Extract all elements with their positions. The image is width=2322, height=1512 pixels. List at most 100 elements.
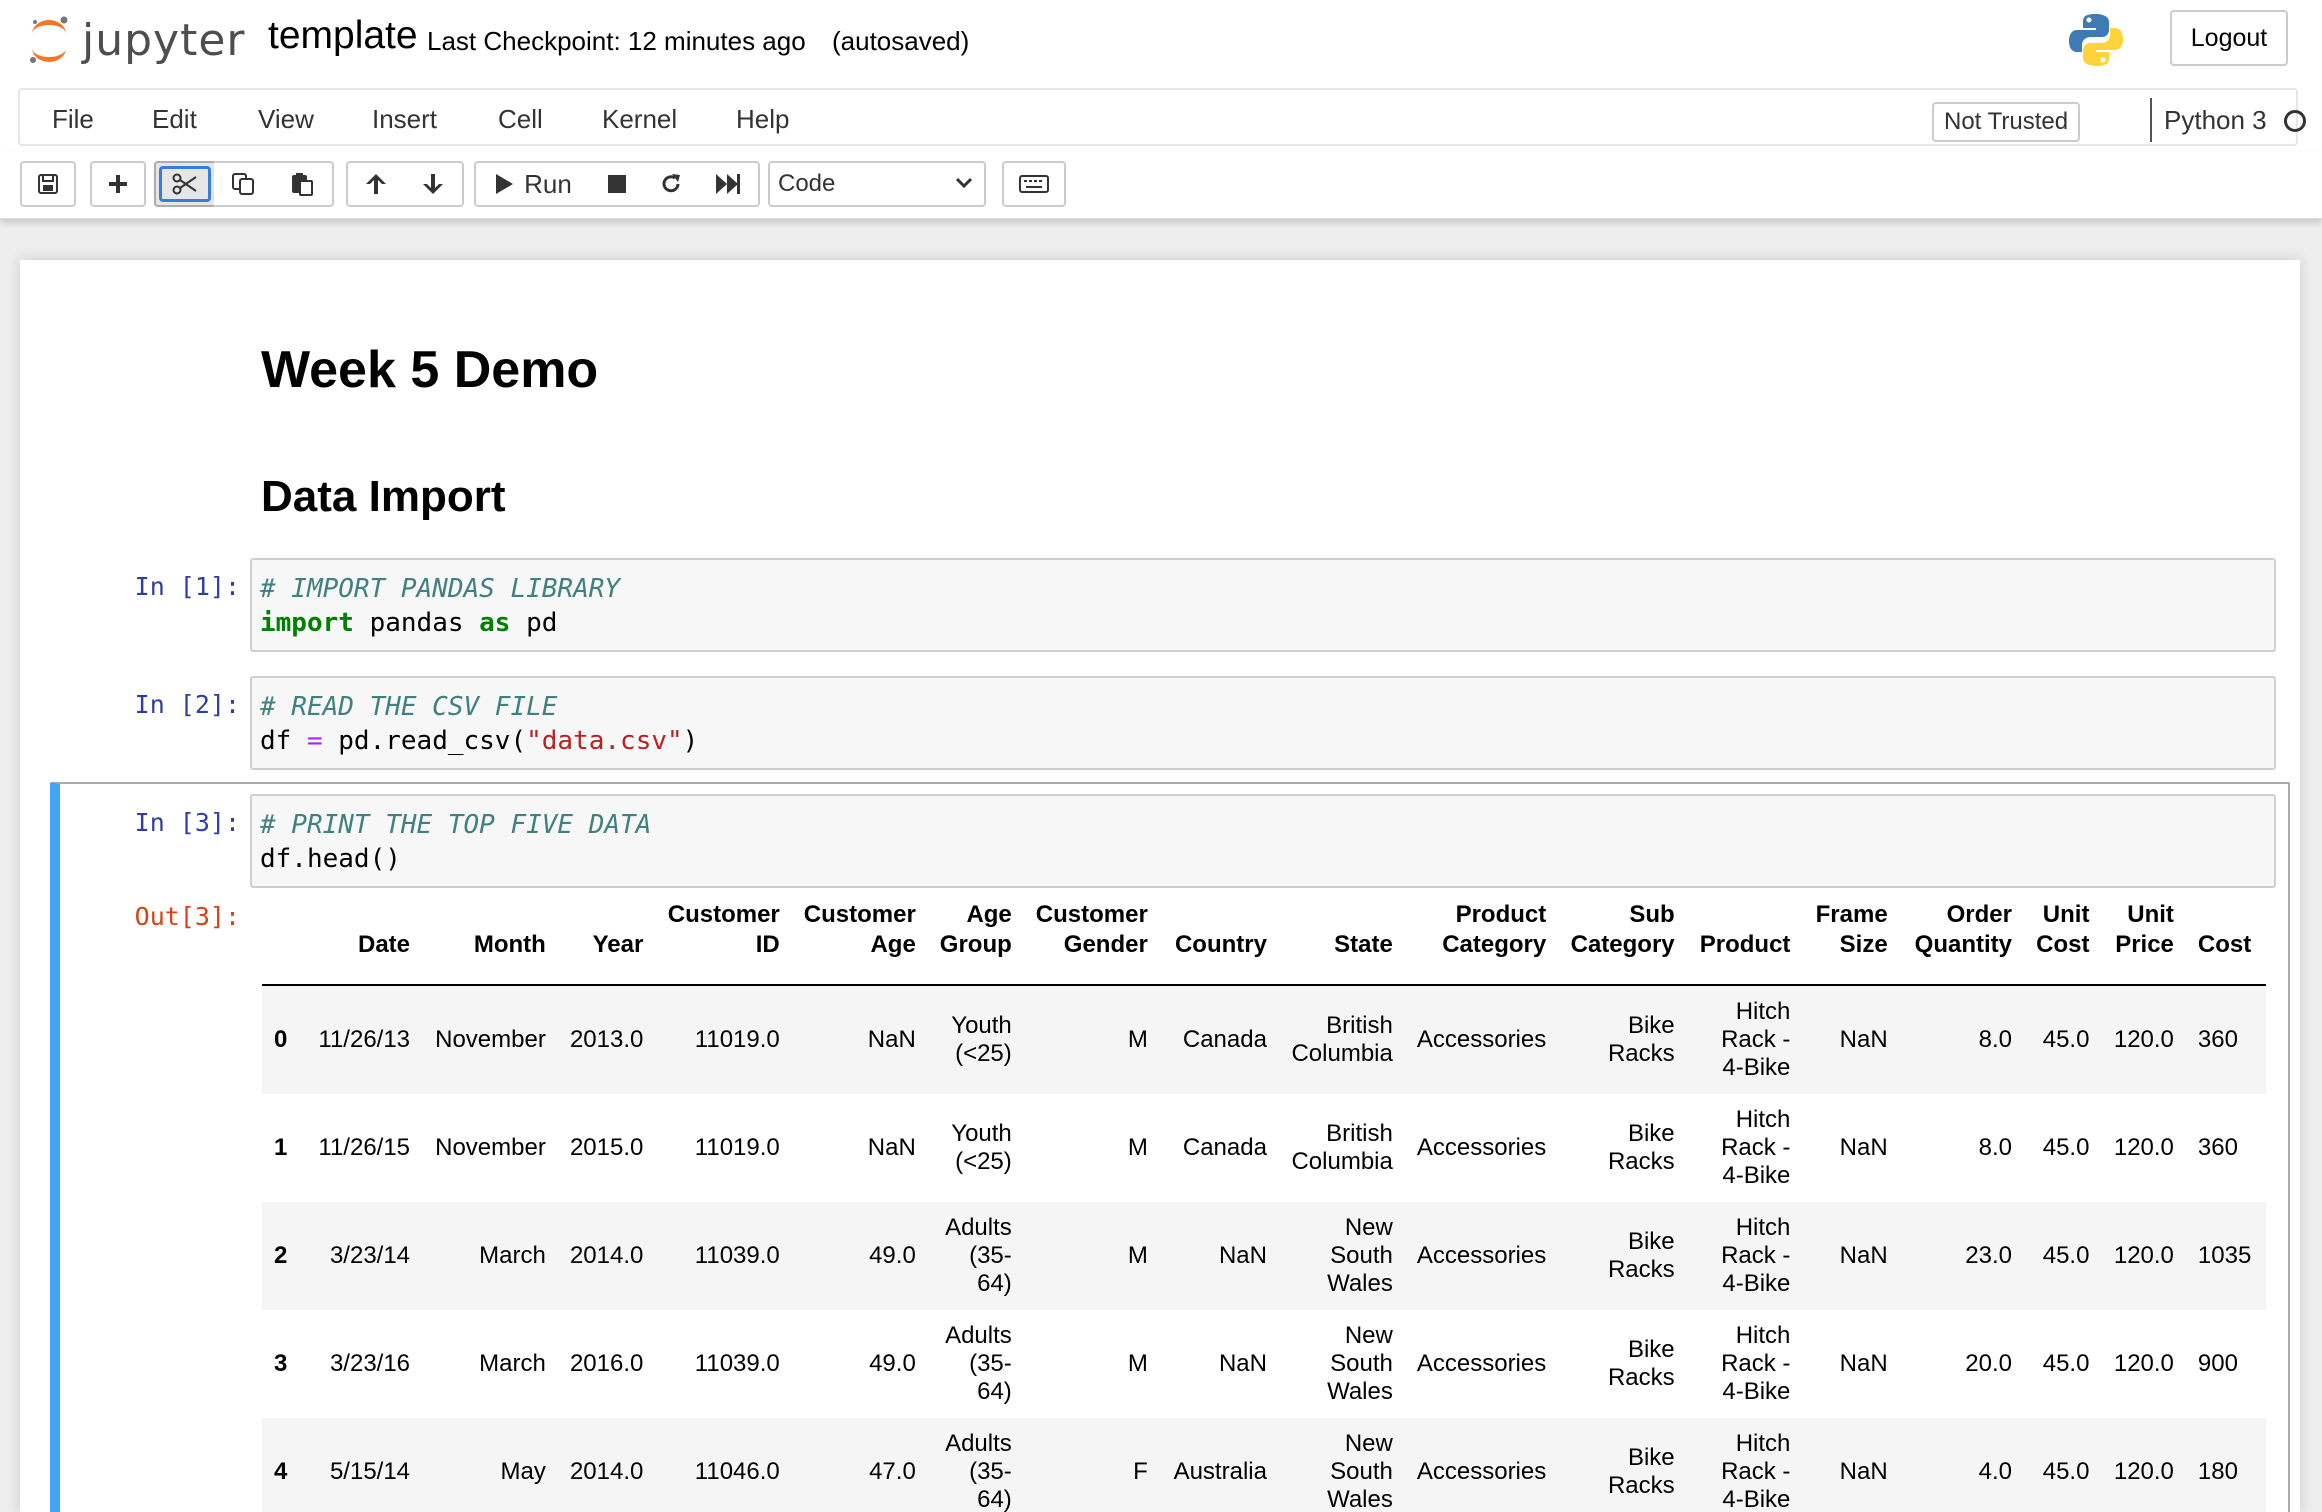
toolbar: Run Code — [0, 152, 2322, 219]
table-cell: 11039.0 — [694, 1242, 780, 1269]
restart-kernel-button[interactable] — [644, 161, 700, 207]
menu-kernel[interactable]: Kernel — [602, 104, 677, 135]
arrow-down-icon — [423, 174, 443, 194]
header: jupyter template Last Checkpoint: 12 min… — [0, 0, 2322, 87]
table-row: 2 3/23/14 March 2014.0 11039.0 49.0 Adults (35… — [262, 1202, 2266, 1310]
column-header: Unit Price — [2101, 900, 2186, 986]
row-index: 3 — [274, 1350, 288, 1377]
table-cell: NaN — [1839, 1026, 1888, 1053]
table-cell: British Columbia — [1291, 1012, 1393, 1067]
table-cell: 8.0 — [1978, 1134, 2012, 1161]
table-cell: 900 — [2197, 1350, 2238, 1377]
table-cell: 45.0 — [2042, 1350, 2090, 1377]
cell-2-call: pd.read_csv( — [322, 726, 527, 756]
arrow-up-icon — [366, 174, 386, 194]
menu-file[interactable]: File — [52, 104, 94, 135]
restart-icon — [662, 174, 680, 193]
table-cell: F — [1133, 1458, 1148, 1485]
cell-type-select[interactable]: Code — [768, 161, 986, 207]
cell-2-input[interactable]: # READ THE CSV FILE df = pd.read_csv("da… — [250, 676, 2276, 770]
column-header: Age Group — [927, 900, 1024, 986]
menu-help[interactable]: Help — [736, 104, 789, 135]
table-cell: March — [479, 1242, 546, 1269]
command-palette-button[interactable] — [1002, 161, 1066, 207]
table-cell: 120.0 — [2113, 1026, 2174, 1053]
table-cell: British Columbia — [1291, 1120, 1393, 1175]
cell-3-code: df.head() — [260, 844, 401, 874]
table-cell: Accessories — [1416, 1242, 1547, 1269]
column-header: Date — [299, 900, 423, 986]
jupyter-logo[interactable]: jupyter — [26, 10, 246, 70]
cell-1-input[interactable]: # IMPORT PANDAS LIBRARY import pandas as… — [250, 558, 2276, 652]
scissors-icon — [172, 173, 197, 195]
table-cell: 49.0 — [869, 1350, 916, 1377]
markdown-heading-2[interactable]: Data Import — [261, 472, 505, 522]
paste-cell-button[interactable] — [272, 161, 334, 207]
cell-1-module: pandas — [353, 608, 480, 638]
run-button[interactable]: Run — [474, 161, 592, 207]
table-cell: November — [435, 1134, 546, 1161]
table-cell: 11039.0 — [694, 1350, 780, 1377]
play-icon — [496, 174, 514, 194]
table-cell: 20.0 — [1965, 1350, 2012, 1377]
table-cell: Accessories — [1416, 1458, 1547, 1485]
move-down-button[interactable] — [404, 161, 464, 207]
table-cell: 360 — [2197, 1134, 2238, 1161]
table-cell: 1035 — [2197, 1242, 2252, 1269]
table-cell: Youth (<25) — [951, 1120, 1012, 1175]
restart-run-all-button[interactable] — [698, 161, 760, 207]
not-trusted-button[interactable]: Not Trusted — [1932, 102, 2081, 142]
cell-3-input[interactable]: # PRINT THE TOP FIVE DATA df.head() — [250, 794, 2276, 888]
table-cell: 2015.0 — [569, 1134, 644, 1161]
checkpoint-status: Last Checkpoint: 12 minutes ago — [427, 26, 806, 56]
table-cell: New South Wales — [1327, 1322, 1393, 1405]
menu-insert[interactable]: Insert — [372, 104, 437, 135]
logout-button[interactable]: Logout — [2170, 10, 2288, 66]
copy-cell-button[interactable] — [214, 161, 274, 207]
table-cell: 2014.0 — [569, 1458, 644, 1485]
table-cell: M — [1127, 1026, 1148, 1053]
column-header: Unit Cost — [2024, 900, 2102, 986]
cell-type-value: Code — [778, 170, 836, 197]
cell-3-comment: # PRINT THE TOP FIVE DATA — [260, 810, 652, 840]
move-up-button[interactable] — [346, 161, 406, 207]
run-button-label: Run — [524, 168, 572, 199]
menu-edit[interactable]: Edit — [152, 104, 197, 135]
save-button[interactable] — [20, 161, 76, 207]
table-cell: Bike Racks — [1607, 1336, 1675, 1391]
table-cell: Canada — [1182, 1026, 1267, 1053]
table-cell: 2013.0 — [569, 1026, 644, 1053]
kernel-name[interactable]: Python 3 — [2150, 98, 2267, 142]
table-row: 4 5/15/14 May 2014.0 11046.0 47.0 Adults (35-6… — [262, 1418, 2266, 1512]
table-cell: 8.0 — [1978, 1026, 2012, 1053]
notebook-name[interactable]: template — [268, 14, 418, 58]
dataframe-header-row: Date Month Year Customer ID Customer Age… — [262, 900, 2266, 986]
column-header: Country — [1159, 900, 1279, 986]
cell-1-keyword-import: import — [260, 608, 354, 638]
kernel-idle-indicator-icon — [2284, 110, 2306, 132]
markdown-heading-1[interactable]: Week 5 Demo — [261, 340, 598, 400]
table-cell: Hitch Rack - 4-Bike — [1721, 1322, 1791, 1405]
row-index: 1 — [274, 1134, 288, 1161]
menu-view[interactable]: View — [258, 104, 314, 135]
table-row: 3 3/23/16 March 2016.0 11039.0 49.0 Adults (35… — [262, 1310, 2266, 1418]
table-cell: November — [435, 1026, 546, 1053]
table-cell: 45.0 — [2042, 1134, 2090, 1161]
column-header: Cost — [2185, 900, 2266, 986]
cell-2-var: df — [260, 726, 307, 756]
table-cell: M — [1127, 1134, 1148, 1161]
table-cell: Hitch Rack - 4-Bike — [1721, 1106, 1791, 1189]
table-cell: NaN — [1839, 1350, 1888, 1377]
column-header: Customer Age — [791, 900, 928, 986]
cell-1-alias: pd — [510, 608, 558, 638]
table-cell: 360 — [2197, 1026, 2238, 1053]
table-cell: NaN — [1839, 1242, 1888, 1269]
insert-cell-button[interactable] — [90, 161, 146, 207]
table-cell: 11019.0 — [694, 1134, 780, 1161]
table-cell: 11/26/15 — [318, 1134, 411, 1161]
dataframe-output: Date Month Year Customer ID Customer Age… — [262, 900, 2266, 1512]
cut-cell-button[interactable] — [154, 161, 216, 207]
interrupt-kernel-button[interactable] — [590, 161, 646, 207]
menu-cell[interactable]: Cell — [498, 104, 543, 135]
table-cell: March — [479, 1350, 546, 1377]
